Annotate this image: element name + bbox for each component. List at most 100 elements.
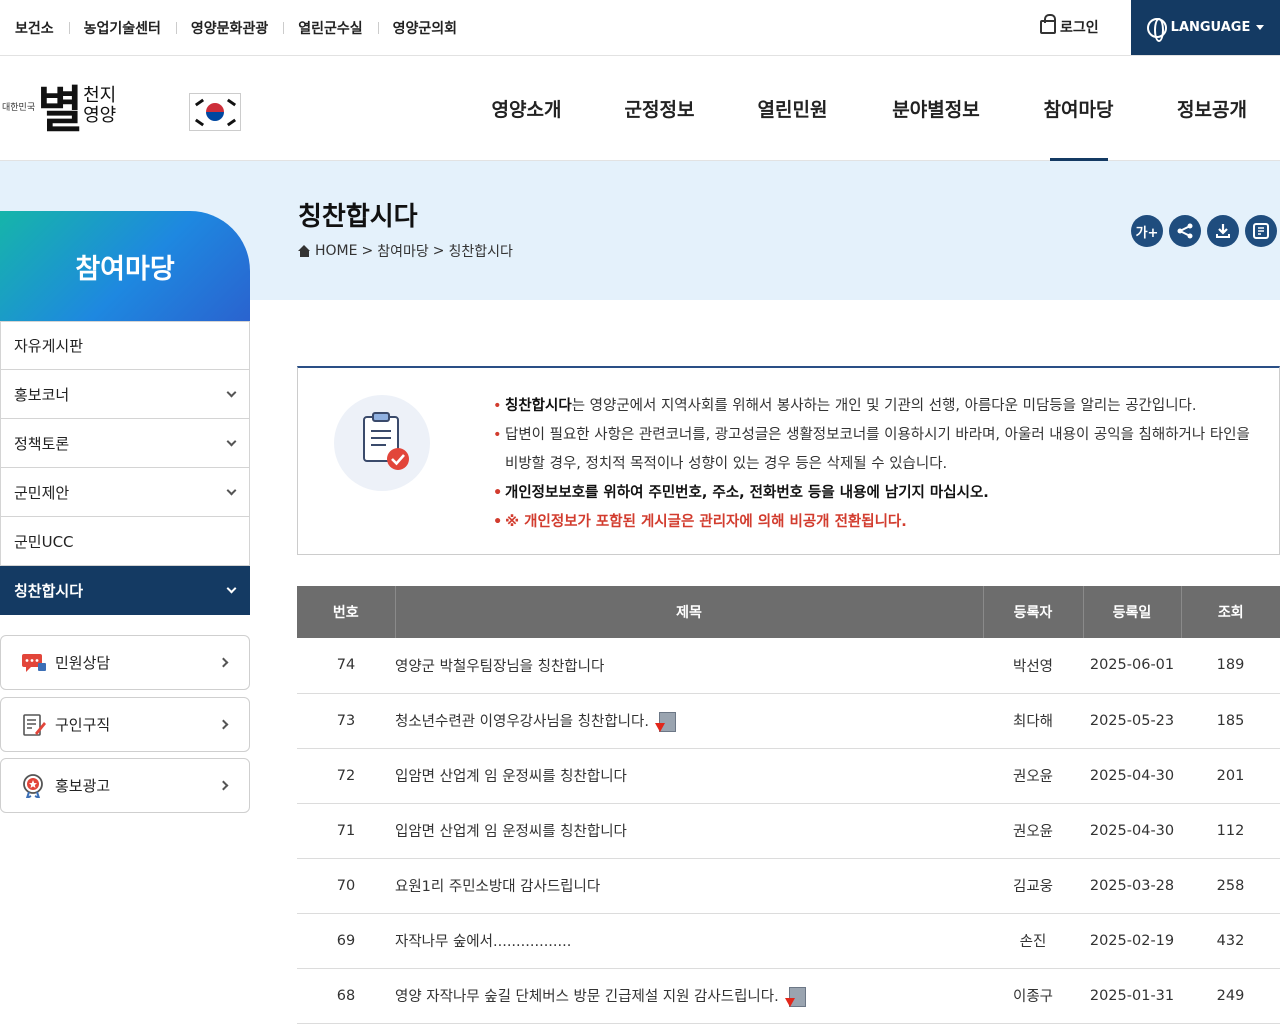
lnb-item-label: 군민UCC [14, 532, 74, 551]
gnb-county-info[interactable]: 군정정보 [593, 56, 726, 161]
table-row: 70 요원1리 주민소방대 감사드립니다 김교웅 2025-03-28 258 [297, 858, 1280, 914]
lnb-item-label: 자유게시판 [14, 337, 84, 355]
post-number: 74 [297, 638, 395, 694]
language-button[interactable]: LANGUAGE [1131, 0, 1280, 55]
quick-link-job-search[interactable]: 구인구직 [0, 697, 250, 752]
left-navigation: 자유게시판 홍보코너 정책토론 군민제안 군민UCC 칭찬합시다 [0, 321, 250, 615]
top-link-mayor-office[interactable]: 열린군수실 [283, 18, 377, 38]
post-title-link[interactable]: 입암면 산업계 임 운정씨를 칭찬합니다 [395, 769, 627, 785]
chevron-down-icon [226, 436, 237, 446]
share-icon [1177, 223, 1193, 239]
top-link-health-center[interactable]: 보건소 [0, 18, 69, 38]
post-date: 2025-04-30 [1083, 748, 1181, 804]
login-button[interactable]: 로그인 [1040, 14, 1099, 37]
utility-bar: 보건소 농업기술센터 영양문화관광 열린군수실 영양군의회 로그인 LANGUA… [0, 0, 1280, 56]
post-title-link[interactable]: 요원1리 주민소방대 감사드립니다 [395, 879, 600, 895]
chevron-down-icon [226, 583, 237, 593]
post-views: 258 [1181, 858, 1280, 914]
language-label: LANGUAGE [1170, 20, 1251, 35]
guide-line-4: ※ 개인정보가 포함된 게시글은 관리자에 의해 비공개 전환됩니다. [493, 508, 1263, 537]
column-header-views: 조회 [1181, 586, 1280, 638]
print-button[interactable] [1245, 215, 1277, 247]
clipboard-check-icon [334, 395, 430, 491]
breadcrumb: HOME > 참여마당 > 칭찬합시다 [298, 241, 513, 261]
breadcrumb-separator: > [361, 243, 374, 259]
share-button[interactable] [1169, 215, 1201, 247]
chevron-right-icon [218, 780, 229, 791]
gnb-field-info[interactable]: 분야별정보 [859, 56, 1013, 161]
print-icon [1253, 223, 1269, 239]
page-tools: 가+ [1131, 215, 1277, 247]
post-title-link[interactable]: 영양군 박철우팀장님을 칭찬합니다 [395, 659, 604, 675]
lnb-item-citizen-ucc[interactable]: 군민UCC [0, 517, 250, 566]
trigram [194, 118, 205, 127]
post-date: 2025-01-31 [1083, 968, 1181, 1024]
font-size-button[interactable]: 가+ [1131, 215, 1163, 247]
clipboard-check-graphic [363, 412, 409, 470]
breadcrumb-level1[interactable]: 참여마당 [377, 241, 429, 261]
lnb-item-free-board[interactable]: 자유게시판 [0, 321, 250, 370]
post-date: 2025-04-30 [1083, 803, 1181, 859]
post-author: 박선영 [983, 638, 1083, 694]
attachment-file-icon[interactable] [654, 711, 676, 732]
top-link-agri-center[interactable]: 농업기술센터 [68, 18, 176, 38]
top-link-tourism[interactable]: 영양문화관광 [175, 18, 283, 38]
post-number: 72 [297, 748, 395, 804]
lnb-item-label: 홍보코너 [14, 385, 70, 404]
post-title-cell: 입암면 산업계 임 운정씨를 칭찬합니다 [395, 803, 983, 859]
post-date: 2025-03-28 [1083, 858, 1181, 914]
gnb-intro[interactable]: 영양소개 [460, 56, 593, 161]
gnb-civil-service[interactable]: 열린민원 [726, 56, 859, 161]
attachment-file-icon[interactable] [784, 986, 806, 1007]
quick-link-pr-ads[interactable]: 홍보광고 [0, 758, 250, 813]
trigram [226, 98, 237, 107]
download-button[interactable] [1207, 215, 1239, 247]
column-header-author: 등록자 [983, 586, 1084, 638]
quick-link-label: 구인구직 [55, 716, 111, 734]
board-guide-box: 칭찬합시다는 영양군에서 지역사회를 위해서 봉사하는 개인 및 기관의 선행,… [297, 366, 1280, 555]
post-date: 2025-06-01 [1083, 638, 1181, 694]
page-title: 칭찬합시다 [298, 202, 418, 232]
post-title-link[interactable]: 청소년수련관 이영우강사님을 칭찬합니다. [395, 714, 649, 730]
table-row: 73 청소년수련관 이영우강사님을 칭찬합니다. 최다해 2025-05-23 … [297, 693, 1280, 749]
table-row: 69 자작나무 숲에서................. 손진 2025-02-… [297, 913, 1280, 969]
gnb-participation[interactable]: 참여마당 [1013, 56, 1144, 161]
post-author: 이종구 [983, 968, 1083, 1024]
breadcrumb-level2[interactable]: 칭찬합시다 [448, 241, 512, 261]
quick-link-label: 민원상담 [55, 654, 111, 672]
post-number: 70 [297, 858, 395, 914]
post-title-cell: 자작나무 숲에서................. [395, 913, 983, 969]
lnb-item-policy-debate[interactable]: 정책토론 [0, 419, 250, 468]
logo-small-text: 대한민국 [2, 102, 36, 113]
lnb-item-citizen-proposal[interactable]: 군민제안 [0, 468, 250, 517]
guide-line-1-bold: 칭찬합시다 [505, 398, 572, 414]
globe-icon [1146, 17, 1167, 42]
post-number: 69 [297, 913, 395, 969]
post-title-link[interactable]: 자작나무 숲에서................. [395, 934, 571, 950]
download-icon [1216, 224, 1230, 238]
site-logo[interactable]: 대한민국 별 천지 영양 [2, 66, 116, 146]
breadcrumb-home[interactable]: HOME [315, 243, 357, 259]
gnb-disclosure[interactable]: 정보공개 [1144, 56, 1280, 161]
lnb-item-pr-corner[interactable]: 홍보코너 [0, 370, 250, 419]
quick-link-civil-consult[interactable]: 민원상담 [0, 635, 250, 690]
guide-line-3: 개인정보보호를 위하여 주민번호, 주소, 전화번호 등을 내용에 남기지 마십… [493, 479, 1263, 508]
post-views: 189 [1181, 638, 1280, 694]
post-title-link[interactable]: 입암면 산업계 임 운정씨를 칭찬합니다 [395, 824, 627, 840]
logo-sub1: 천지 [83, 85, 117, 106]
post-number: 73 [297, 693, 395, 749]
board-list-table: 번호 제목 등록자 등록일 조회 74 영양군 박철우팀장님을 칭찬합니다 박선… [297, 586, 1280, 1024]
logo-sub2: 영양 [83, 105, 117, 126]
top-link-county-council[interactable]: 영양군의회 [377, 18, 472, 38]
post-title-link[interactable]: 영양 자작나무 숲길 단체버스 방문 긴급제설 지원 감사드립니다. [395, 989, 779, 1005]
post-title-cell: 요원1리 주민소방대 감사드립니다 [395, 858, 983, 914]
breadcrumb-separator: > [432, 243, 445, 259]
post-author: 권오윤 [983, 748, 1083, 804]
home-icon [298, 245, 311, 257]
table-row: 71 입암면 산업계 임 운정씨를 칭찬합니다 권오윤 2025-04-30 1… [297, 803, 1280, 859]
post-views: 185 [1181, 693, 1280, 749]
lnb-item-label: 정책토론 [14, 434, 70, 453]
lnb-item-praise[interactable]: 칭찬합시다 [0, 566, 250, 615]
chevron-right-icon [218, 719, 229, 730]
guide-text: 칭찬합시다는 영양군에서 지역사회를 위해서 봉사하는 개인 및 기관의 선행,… [493, 392, 1263, 537]
